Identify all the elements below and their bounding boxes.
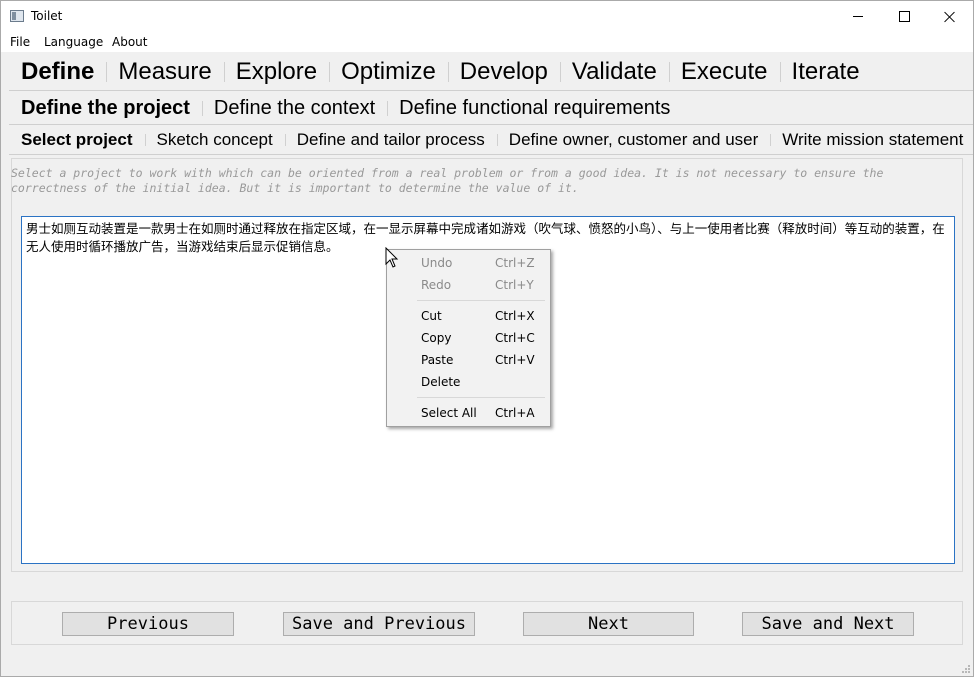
ctx-copy[interactable]: Copy Ctrl+C — [387, 328, 548, 348]
tab-optimize[interactable]: Optimize — [329, 58, 448, 86]
tab-define-owner-customer-user[interactable]: Define owner, customer and user — [496, 130, 770, 150]
ctx-cut[interactable]: Cut Ctrl+X — [387, 306, 548, 326]
tab-measure[interactable]: Measure — [106, 58, 223, 86]
maximize-icon — [898, 11, 910, 22]
sub-tab-bar: Define the project Define the context De… — [9, 92, 973, 125]
ctx-cut-shortcut: Ctrl+X — [495, 309, 535, 323]
menu-bar: File Language About — [1, 32, 973, 52]
instruction-text: Select a project to work with which can … — [11, 166, 884, 195]
minimize-button[interactable] — [835, 1, 881, 32]
ctx-paste-label: Paste — [421, 353, 454, 367]
tab-sketch-concept[interactable]: Sketch concept — [144, 130, 285, 150]
app-window: Toilet File Language About Define Measur… — [0, 0, 974, 677]
tab-explore[interactable]: Explore — [223, 58, 329, 86]
main-tab-bar: Define Measure Explore Optimize Develop … — [9, 54, 973, 91]
step-tab-bar: Select project Sketch concept Define and… — [9, 126, 973, 155]
ctx-paste[interactable]: Paste Ctrl+V — [387, 350, 548, 370]
tab-write-mission-statement[interactable]: Write mission statement — [770, 130, 974, 150]
menu-file[interactable]: File — [10, 35, 30, 49]
menu-language[interactable]: Language — [44, 35, 103, 49]
ctx-copy-shortcut: Ctrl+C — [495, 331, 535, 345]
ctx-delete[interactable]: Delete — [387, 372, 548, 392]
menu-about[interactable]: About — [112, 35, 147, 49]
ctx-cut-label: Cut — [421, 309, 442, 323]
ctx-redo[interactable]: Redo Ctrl+Y — [387, 275, 548, 295]
ctx-undo[interactable]: Undo Ctrl+Z — [387, 253, 548, 273]
close-icon — [944, 11, 956, 23]
tab-iterate[interactable]: Iterate — [779, 58, 872, 86]
maximize-button[interactable] — [881, 1, 927, 32]
ctx-paste-shortcut: Ctrl+V — [495, 353, 535, 367]
ctx-copy-label: Copy — [421, 331, 452, 345]
ctx-undo-shortcut: Ctrl+Z — [495, 256, 535, 270]
ctx-select-all[interactable]: Select All Ctrl+A — [387, 403, 548, 423]
ctx-separator — [417, 397, 545, 398]
tab-execute[interactable]: Execute — [668, 58, 780, 86]
mouse-pointer-icon — [385, 247, 399, 268]
tab-validate[interactable]: Validate — [559, 58, 669, 86]
ctx-delete-label: Delete — [421, 375, 461, 389]
context-menu: Undo Ctrl+Z Redo Ctrl+Y Cut Ctrl+X Copy … — [386, 249, 551, 427]
window-title: Toilet — [31, 9, 63, 23]
app-icon — [10, 10, 24, 22]
ctx-select-all-label: Select All — [421, 406, 477, 420]
save-and-next-button[interactable]: Save and Next — [742, 612, 914, 636]
save-and-previous-button[interactable]: Save and Previous — [283, 612, 475, 636]
tab-develop[interactable]: Develop — [447, 58, 560, 86]
ctx-select-all-shortcut: Ctrl+A — [495, 406, 535, 420]
next-button[interactable]: Next — [523, 612, 694, 636]
ctx-redo-shortcut: Ctrl+Y — [495, 278, 534, 292]
tab-define[interactable]: Define — [9, 58, 106, 86]
tab-define-functional-requirements[interactable]: Define functional requirements — [387, 97, 682, 120]
close-button[interactable] — [927, 1, 973, 32]
ctx-separator — [417, 300, 545, 301]
tab-define-and-tailor-process[interactable]: Define and tailor process — [284, 130, 497, 150]
resize-grip-icon[interactable] — [959, 662, 971, 674]
ctx-undo-label: Undo — [421, 256, 453, 270]
previous-button[interactable]: Previous — [62, 612, 234, 636]
tab-select-project[interactable]: Select project — [9, 130, 145, 150]
tab-define-the-context[interactable]: Define the context — [201, 97, 387, 120]
minimize-icon — [853, 16, 863, 17]
ctx-redo-label: Redo — [421, 278, 452, 292]
title-bar: Toilet — [1, 1, 973, 32]
tab-define-the-project[interactable]: Define the project — [9, 97, 202, 120]
